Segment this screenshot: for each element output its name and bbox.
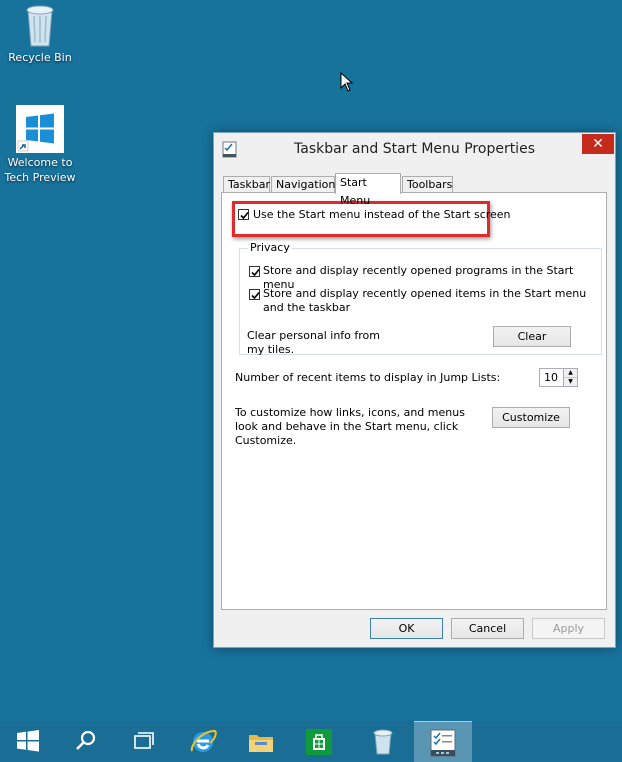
- cancel-button[interactable]: Cancel: [451, 618, 524, 639]
- use-start-menu-label: Use the Start menu instead of the Start …: [253, 208, 511, 221]
- tab-navigation[interactable]: Navigation: [271, 176, 335, 192]
- use-start-menu-checkbox[interactable]: [238, 209, 249, 220]
- privacy-group: Privacy Store and display recently opene…: [239, 241, 602, 356]
- customize-description: To customize how links, icons, and menus…: [235, 406, 465, 447]
- taskbar-store[interactable]: [290, 721, 348, 761]
- jump-lists-label: Number of recent items to display in Jum…: [235, 371, 501, 384]
- ok-button[interactable]: OK: [370, 618, 443, 639]
- close-button[interactable]: ✕: [582, 134, 614, 154]
- taskbar-properties-window: Taskbar and Start Menu Properties ✕ Task…: [213, 132, 616, 648]
- window-title: Taskbar and Start Menu Properties: [294, 141, 535, 157]
- store-items-checkbox[interactable]: [249, 289, 260, 300]
- windows-logo-icon: [16, 105, 64, 153]
- title-bar[interactable]: Taskbar and Start Menu Properties ✕: [214, 133, 615, 165]
- jump-lists-stepper[interactable]: 10 ▲ ▼: [539, 368, 578, 387]
- taskbar-search-button[interactable]: [58, 721, 116, 761]
- tab-taskbar[interactable]: Taskbar: [223, 176, 270, 192]
- taskbar-properties-window-button[interactable]: [414, 721, 472, 762]
- recycle-bin-icon: [20, 2, 60, 48]
- stepper-down-icon[interactable]: ▼: [564, 378, 577, 386]
- jump-lists-value[interactable]: 10: [544, 371, 558, 384]
- taskbar-start-button[interactable]: [0, 721, 58, 761]
- start-menu-panel: Use the Start menu instead of the Start …: [221, 192, 607, 610]
- close-icon: ✕: [592, 136, 604, 152]
- welcome-label: Welcome to Tech Preview: [4, 156, 76, 184]
- taskbar-internet-explorer[interactable]: [174, 721, 232, 761]
- tab-toolbars[interactable]: Toolbars: [402, 176, 453, 192]
- store-programs-checkbox[interactable]: [249, 266, 260, 277]
- mouse-cursor-icon: [340, 71, 354, 95]
- desktop-icon-welcome[interactable]: Welcome to Tech Preview: [0, 105, 80, 185]
- customize-button[interactable]: Customize: [492, 407, 570, 428]
- stepper-arrows[interactable]: ▲ ▼: [563, 369, 577, 386]
- stepper-up-icon[interactable]: ▲: [564, 369, 577, 378]
- clear-button[interactable]: Clear: [493, 326, 571, 347]
- taskbar-file-explorer[interactable]: [232, 721, 290, 761]
- taskbar: [0, 721, 622, 762]
- desktop-icon-recycle-bin[interactable]: Recycle Bin: [0, 2, 80, 65]
- clear-personal-info-text: Clear personal info from my tiles.: [247, 329, 380, 356]
- tab-start-menu[interactable]: Start Menu: [335, 173, 401, 207]
- taskbar-recycle-bin[interactable]: [354, 721, 412, 761]
- recycle-bin-label: Recycle Bin: [8, 51, 72, 64]
- store-items-label: Store and display recently opened items …: [263, 287, 587, 314]
- taskbar-task-view-button[interactable]: [116, 721, 174, 761]
- privacy-group-title: Privacy: [248, 241, 292, 254]
- apply-button[interactable]: Apply: [532, 618, 605, 639]
